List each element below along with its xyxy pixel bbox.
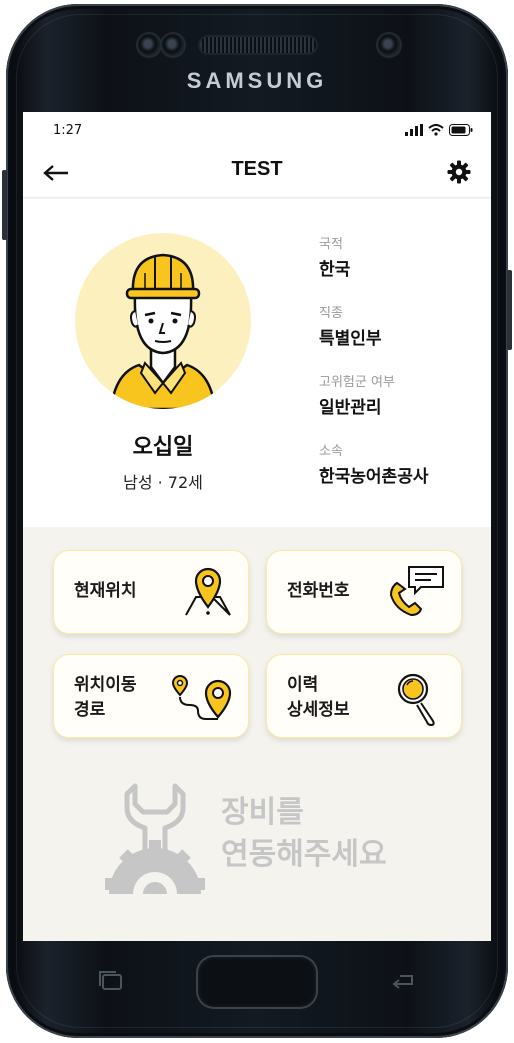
- power-button: [507, 270, 512, 350]
- affiliation-value: 한국농어촌공사: [319, 467, 429, 487]
- device-connect-prompt[interactable]: 장비를 연동해주세요: [23, 772, 491, 902]
- device-brand: SAMSUNG: [186, 68, 328, 93]
- risk-group-value: 일반관리: [319, 398, 382, 418]
- device-prompt-line2: 연동해주세요: [221, 837, 387, 872]
- app-screen: 1:27 TEST 오십일 남성 · 72세 국적 한국 직종 특별인부 고위험…: [23, 112, 491, 941]
- phone-number-button[interactable]: 전화번호: [266, 550, 462, 634]
- signal-icon: [405, 124, 423, 136]
- sensor-icon: [162, 34, 184, 56]
- nationality-label: 국적: [319, 237, 343, 252]
- recent-apps-icon[interactable]: [96, 970, 126, 998]
- history-label-line2: 상세정보: [287, 700, 350, 720]
- top-app-bar: TEST: [23, 148, 491, 198]
- map-pin-icon: [185, 567, 231, 616]
- affiliation-label: 소속: [319, 444, 343, 459]
- wrench-gear-icon: [105, 783, 205, 894]
- page-title: TEST: [231, 158, 283, 180]
- route-history-button[interactable]: 위치이동 경로: [53, 654, 249, 738]
- route-label-line2: 경로: [74, 700, 106, 720]
- current-location-label: 현재위치: [74, 581, 137, 601]
- device-prompt-line1: 장비를: [221, 795, 304, 830]
- home-button[interactable]: [198, 957, 316, 1007]
- battery-icon: [449, 124, 473, 136]
- status-bar: 1:27: [23, 112, 491, 148]
- worker-gender-age: 남성 · 72세: [123, 473, 203, 492]
- status-time: 1:27: [53, 123, 83, 138]
- job-type-value: 특별인부: [319, 329, 382, 349]
- phone-chat-icon: [389, 566, 444, 617]
- route-pins-icon: [172, 675, 232, 720]
- worker-helmet-icon: [109, 253, 217, 409]
- risk-group-label: 고위험군 여부: [319, 375, 395, 390]
- gear-icon[interactable]: [447, 160, 471, 184]
- nationality-value: 한국: [319, 260, 351, 280]
- route-label-line1: 위치이동: [74, 675, 137, 695]
- history-label-line1: 이력: [287, 675, 319, 695]
- volume-button: [2, 170, 7, 240]
- magnifier-icon: [397, 673, 435, 727]
- earpiece-speaker: [200, 37, 316, 53]
- job-type-label: 직종: [319, 306, 343, 321]
- current-location-button[interactable]: 현재위치: [53, 550, 249, 634]
- front-camera-icon: [378, 34, 400, 56]
- back-key-icon[interactable]: [388, 970, 418, 998]
- wifi-icon: [428, 124, 444, 136]
- phone-number-label: 전화번호: [287, 581, 350, 601]
- worker-profile: 오십일 남성 · 72세 국적 한국 직종 특별인부 고위험군 여부 일반관리 …: [23, 199, 491, 527]
- sensor-icon: [138, 34, 160, 56]
- worker-info-list: 국적 한국 직종 특별인부 고위험군 여부 일반관리 소속 한국농어촌공사: [319, 233, 479, 509]
- history-detail-button[interactable]: 이력 상세정보: [266, 654, 462, 738]
- worker-name: 오십일: [132, 435, 194, 460]
- avatar: [75, 233, 251, 409]
